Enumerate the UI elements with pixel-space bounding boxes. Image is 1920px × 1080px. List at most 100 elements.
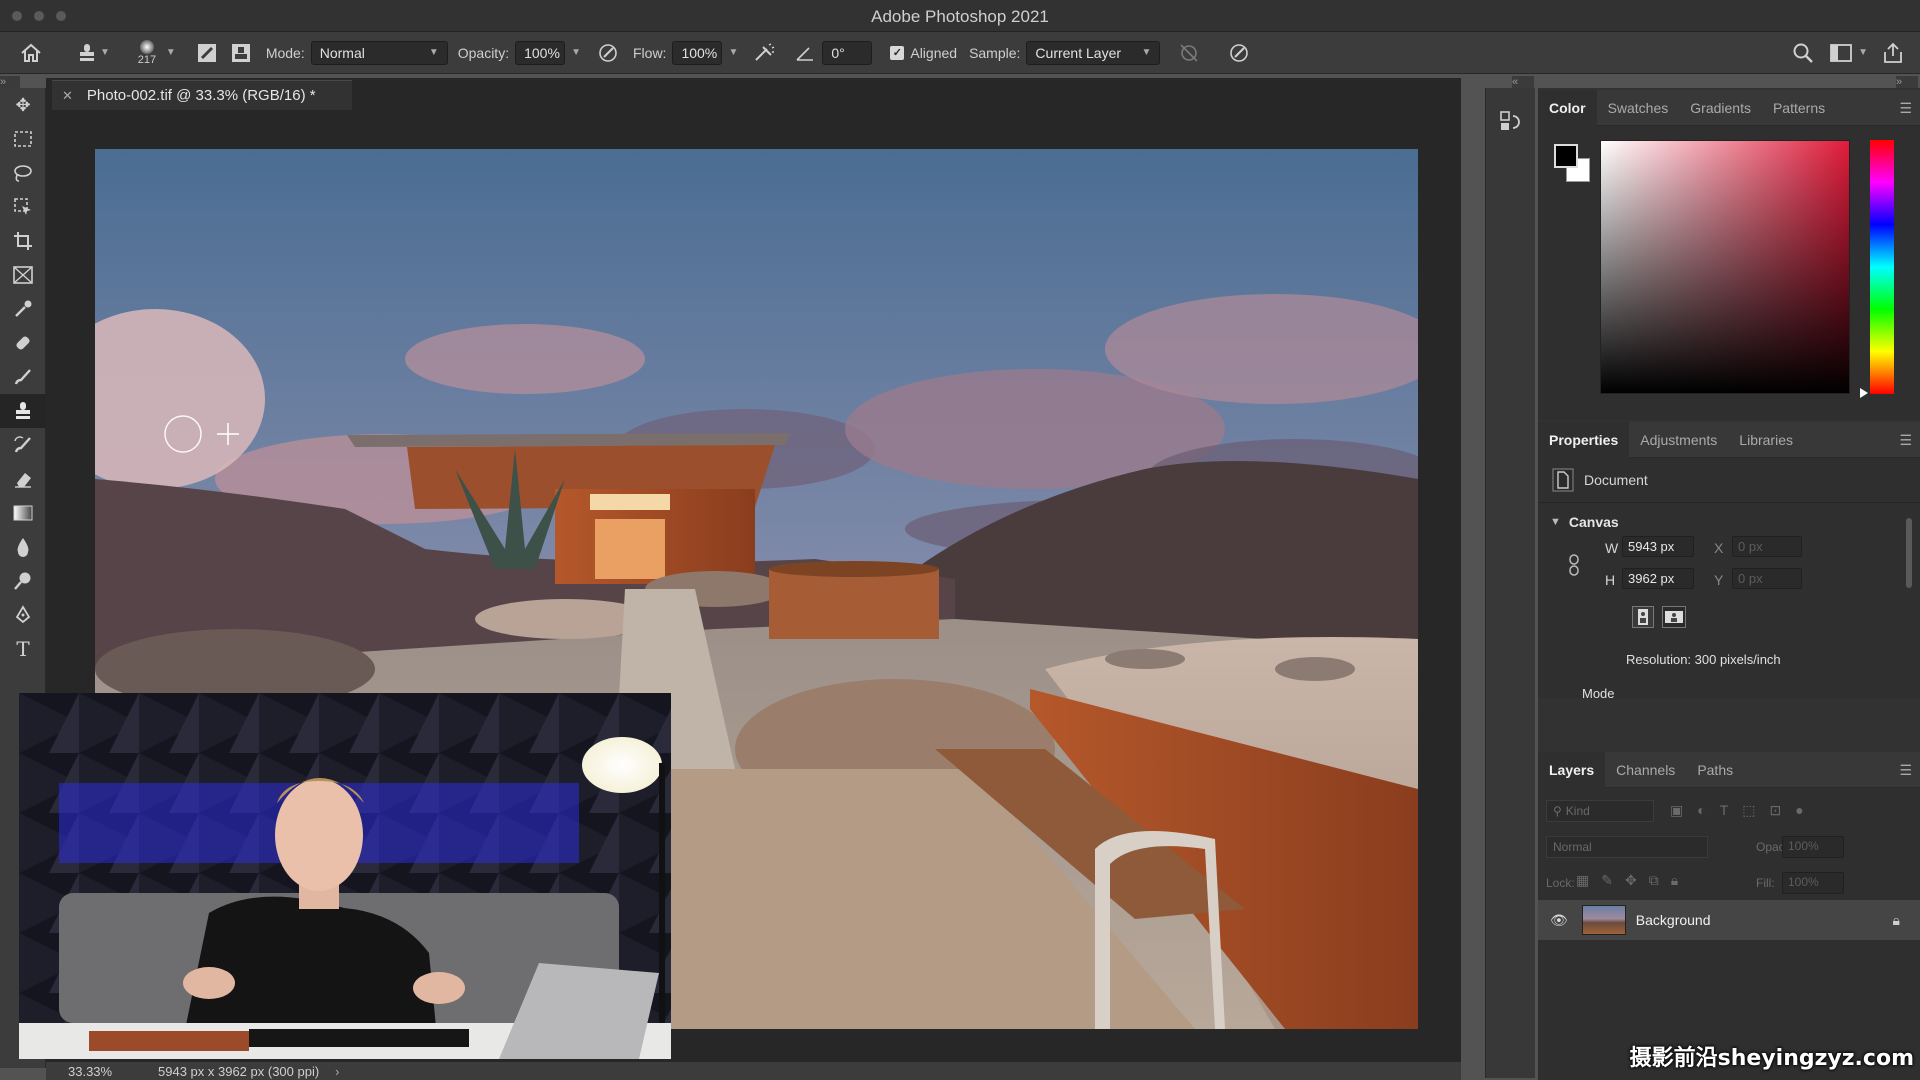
pressure-opacity-icon[interactable] bbox=[595, 40, 621, 66]
layers-panel-tabs: Layers Channels Paths ☰ bbox=[1538, 751, 1920, 788]
chevron-down-icon[interactable]: ▼ bbox=[166, 47, 176, 58]
lasso-tool-icon[interactable] bbox=[0, 156, 46, 190]
share-icon[interactable] bbox=[1880, 40, 1906, 66]
history-panel-icon[interactable] bbox=[1500, 110, 1535, 135]
dodge-tool-icon[interactable] bbox=[0, 564, 46, 598]
lock-position-icon[interactable]: ✥ bbox=[1625, 872, 1637, 889]
pen-tool-icon[interactable] bbox=[0, 598, 46, 632]
layer-name[interactable]: Background bbox=[1636, 912, 1711, 928]
sample-select[interactable]: Current Layer ▼ bbox=[1026, 40, 1161, 65]
lock-all-icon[interactable]: 🔒︎ bbox=[1671, 872, 1678, 889]
object-selection-tool-icon[interactable] bbox=[0, 190, 46, 224]
tab-layers[interactable]: Layers bbox=[1538, 751, 1606, 788]
color-field[interactable] bbox=[1600, 140, 1850, 394]
panel-menu-icon[interactable]: ☰ bbox=[1899, 762, 1912, 779]
tab-adjustments[interactable]: Adjustments bbox=[1629, 422, 1728, 458]
properties-scrollbar[interactable] bbox=[1906, 518, 1912, 588]
brush-preset-picker[interactable]: 217 bbox=[132, 39, 162, 66]
brush-settings-icon[interactable] bbox=[194, 40, 220, 66]
x-field[interactable]: 0 px bbox=[1732, 536, 1802, 557]
ignore-adjustment-layers-icon[interactable] bbox=[1176, 40, 1202, 66]
chevron-down-icon[interactable]: ▼ bbox=[571, 47, 581, 58]
clone-stamp-tool-preset-icon[interactable] bbox=[74, 40, 100, 66]
width-label: W bbox=[1605, 540, 1619, 556]
angle-input[interactable]: 0° bbox=[822, 40, 873, 65]
search-icon: ⚲ bbox=[1553, 804, 1562, 818]
y-label: Y bbox=[1714, 572, 1724, 588]
document-tab[interactable]: ✕ Photo-002.tif @ 33.3% (RGB/16) * bbox=[52, 80, 352, 110]
tab-properties[interactable]: Properties bbox=[1538, 421, 1630, 458]
y-field[interactable]: 0 px bbox=[1732, 568, 1802, 589]
lock-icon[interactable]: 🔒︎ bbox=[1893, 912, 1900, 929]
lock-artboard-icon[interactable]: ⧉ bbox=[1649, 872, 1659, 889]
chevron-down-icon[interactable]: ▼ bbox=[1858, 47, 1868, 58]
home-icon[interactable] bbox=[18, 40, 44, 66]
landscape-orientation-icon[interactable] bbox=[1662, 606, 1686, 628]
tab-libraries[interactable]: Libraries bbox=[1728, 422, 1804, 458]
blend-mode-select[interactable]: Normal bbox=[1546, 836, 1708, 858]
workspace-icon[interactable] bbox=[1828, 40, 1854, 66]
pressure-size-icon[interactable] bbox=[1226, 40, 1252, 66]
tab-gradients[interactable]: Gradients bbox=[1679, 90, 1762, 126]
marquee-tool-icon[interactable] bbox=[0, 122, 46, 156]
tab-paths[interactable]: Paths bbox=[1686, 752, 1744, 788]
type-tool-icon[interactable]: T bbox=[0, 632, 46, 666]
tab-swatches[interactable]: Swatches bbox=[1597, 90, 1680, 126]
layer-opacity-field[interactable]: 100% bbox=[1782, 836, 1844, 858]
eye-visibility-icon[interactable]: 👁︎ bbox=[1550, 912, 1568, 929]
tab-patterns[interactable]: Patterns bbox=[1762, 90, 1836, 126]
canvas-label: Canvas bbox=[1568, 514, 1619, 530]
height-field[interactable]: 3962 px bbox=[1622, 568, 1694, 589]
layer-filter-kind[interactable]: ⚲ Kind bbox=[1546, 800, 1654, 822]
close-tab-icon[interactable]: ✕ bbox=[62, 88, 73, 104]
hue-slider[interactable] bbox=[1870, 140, 1894, 394]
healing-brush-tool-icon[interactable] bbox=[0, 326, 46, 360]
move-tool-icon[interactable]: ✥ bbox=[0, 88, 46, 122]
chevron-down-icon[interactable]: ▼ bbox=[728, 47, 738, 58]
history-brush-tool-icon[interactable] bbox=[0, 428, 46, 462]
shape-filter-icon[interactable]: ⬚ bbox=[1742, 802, 1755, 819]
airbrush-icon[interactable] bbox=[752, 40, 778, 66]
lock-image-icon[interactable]: ✎ bbox=[1601, 872, 1613, 889]
search-icon[interactable] bbox=[1790, 40, 1816, 66]
width-field[interactable]: 5943 px bbox=[1622, 536, 1694, 557]
zoom-level[interactable]: 33.33% bbox=[68, 1064, 138, 1079]
kind-placeholder: Kind bbox=[1565, 804, 1590, 818]
brush-tool-icon[interactable] bbox=[0, 360, 46, 394]
clone-source-panel-icon[interactable] bbox=[228, 40, 254, 66]
fill-field[interactable]: 100% bbox=[1782, 872, 1844, 894]
hue-slider-marker-icon[interactable] bbox=[1860, 388, 1868, 398]
eyedropper-tool-icon[interactable] bbox=[0, 292, 46, 326]
pixel-filter-icon[interactable]: ▣ bbox=[1670, 802, 1683, 819]
tab-color[interactable]: Color bbox=[1538, 89, 1597, 126]
portrait-orientation-icon[interactable] bbox=[1632, 606, 1654, 628]
status-menu-chevron-icon[interactable]: › bbox=[335, 1064, 339, 1079]
blur-tool-icon[interactable] bbox=[0, 530, 46, 564]
panel-menu-icon[interactable]: ☰ bbox=[1899, 100, 1912, 117]
properties-panel: Properties Adjustments Libraries ☰ Docum… bbox=[1538, 421, 1920, 701]
gradient-tool-icon[interactable] bbox=[0, 496, 46, 530]
frame-tool-icon[interactable] bbox=[0, 258, 46, 292]
foreground-color-swatch[interactable] bbox=[1554, 144, 1578, 168]
mode-select[interactable]: Normal ▼ bbox=[310, 40, 448, 65]
clone-stamp-tool-icon[interactable] bbox=[0, 394, 46, 428]
canvas-section-header[interactable]: ▼ Canvas bbox=[1550, 514, 1619, 530]
chevron-down-icon[interactable]: ▼ bbox=[100, 47, 110, 58]
flow-input[interactable]: 100% bbox=[672, 40, 723, 65]
crop-tool-icon[interactable] bbox=[0, 224, 46, 258]
opacity-input[interactable]: 100% bbox=[515, 40, 566, 65]
panel-menu-icon[interactable]: ☰ bbox=[1899, 432, 1912, 449]
chevron-down-icon: ▼ bbox=[428, 47, 439, 58]
opacity-label: Opacity: bbox=[457, 44, 510, 61]
filter-toggle-icon[interactable]: ● bbox=[1795, 802, 1803, 819]
aligned-checkbox[interactable]: ✓ bbox=[890, 45, 905, 60]
type-filter-icon[interactable]: T bbox=[1720, 802, 1729, 819]
lock-transparent-icon[interactable]: ▦ bbox=[1576, 872, 1589, 889]
layer-row[interactable]: 👁︎ Background 🔒︎ bbox=[1538, 900, 1920, 940]
eraser-tool-icon[interactable] bbox=[0, 462, 46, 496]
tab-channels[interactable]: Channels bbox=[1605, 752, 1686, 788]
adjustment-filter-icon[interactable]: ◐ bbox=[1697, 802, 1705, 819]
smart-object-filter-icon[interactable]: ⊡ bbox=[1770, 802, 1782, 819]
brush-size-label: 217 bbox=[137, 53, 157, 66]
link-dimensions-icon[interactable] bbox=[1568, 554, 1580, 579]
